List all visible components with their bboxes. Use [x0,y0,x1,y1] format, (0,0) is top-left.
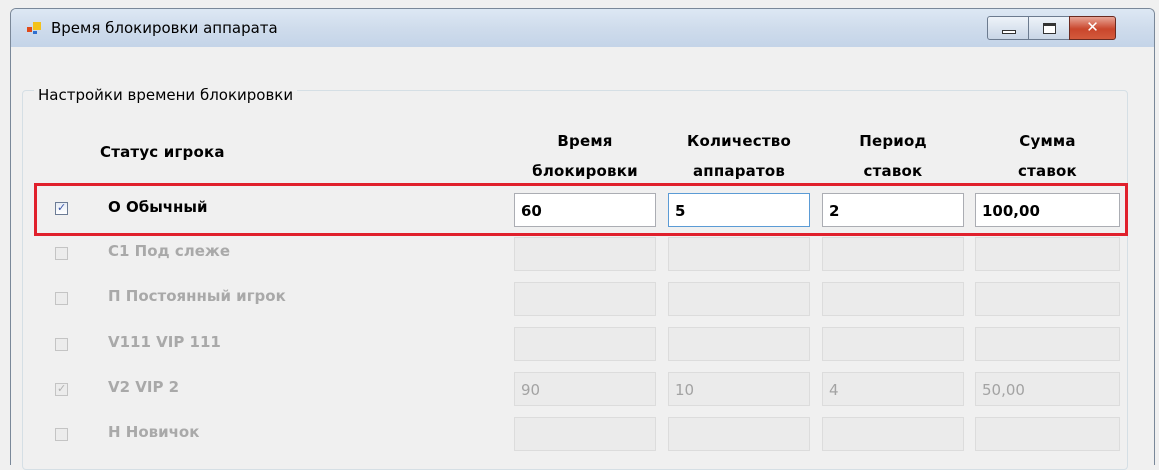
machine-count-input-vip111 [668,327,810,361]
header-machine-count-line1: Количество [687,132,791,150]
header-bet-period-line2: ставок [863,162,923,180]
title-bar[interactable]: Время блокировки аппарата ✕ [11,9,1154,47]
bet-period-input-under-watch [822,237,964,271]
header-bet-period: Период ставок [822,130,964,182]
status-label-permanent: П Постоянный игрок [108,287,286,305]
maximize-icon [1043,23,1056,34]
group-title: Настройки времени блокировки [34,86,298,104]
highlight-frame [34,183,1128,236]
header-bet-sum: Сумма ставок [975,130,1120,182]
header-machine-count: Количество аппаратов [668,130,810,182]
machine-count-input-under-watch [668,237,810,271]
header-lock-time-line2: блокировки [532,162,638,180]
status-label-newbie: Н Новичок [108,423,200,441]
close-icon: ✕ [1086,18,1099,36]
app-icon [27,22,41,34]
lock-time-input-under-watch [514,237,656,271]
minimize-button[interactable] [987,16,1029,40]
machine-count-input-vip2: 10 [668,372,810,406]
header-player-status: Статус игрока [100,143,225,161]
bet-sum-input-newbie [975,417,1120,451]
maximize-button[interactable] [1028,16,1070,40]
status-checkbox-under-watch [55,247,68,260]
bet-sum-input-under-watch [975,237,1120,271]
close-button[interactable]: ✕ [1069,16,1116,40]
header-bet-sum-line1: Сумма [1019,132,1076,150]
lock-time-input-newbie [514,417,656,451]
machine-count-input-permanent [668,282,810,316]
lock-time-input-vip111 [514,327,656,361]
bet-period-input-permanent [822,282,964,316]
window-title: Время блокировки аппарата [51,19,278,37]
bet-sum-input-permanent [975,282,1120,316]
bet-sum-input-vip2: 50,00 [975,372,1120,406]
status-checkbox-newbie [55,428,68,441]
status-label-under-watch: С1 Под слеже [108,242,231,260]
checkmark-icon: ✓ [57,382,67,395]
header-lock-time: Время блокировки [514,130,656,182]
bet-period-input-vip2: 4 [822,372,964,406]
status-checkbox-permanent [55,292,68,305]
status-label-vip111: V111 VIP 111 [108,333,221,351]
status-checkbox-vip111 [55,338,68,351]
bet-period-input-newbie [822,417,964,451]
minimize-icon [1002,30,1016,34]
lock-time-input-permanent [514,282,656,316]
status-label-vip2: V2 VIP 2 [108,378,180,396]
header-bet-sum-line2: ставок [1018,162,1077,180]
header-bet-period-line1: Период [859,132,927,150]
header-machine-count-line2: аппаратов [692,162,786,180]
lock-time-input-vip2: 90 [514,372,656,406]
machine-count-input-newbie [668,417,810,451]
status-checkbox-vip2: ✓ [55,382,68,396]
bet-sum-input-vip111 [975,327,1120,361]
bet-period-input-vip111 [822,327,964,361]
header-lock-time-line1: Время [557,132,613,150]
